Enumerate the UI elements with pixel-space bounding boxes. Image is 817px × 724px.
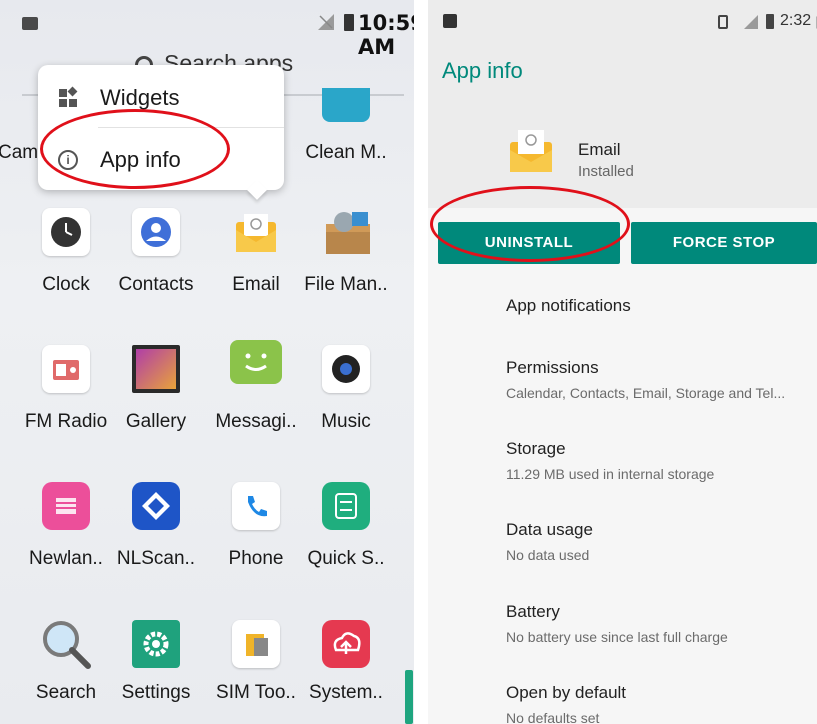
- menu-item-label: Widgets: [100, 85, 180, 110]
- setting-subtitle: Calendar, Contacts, Email, Storage and T…: [506, 385, 786, 401]
- setting-title: Permissions: [506, 358, 599, 377]
- app-settings[interactable]: Settings: [108, 620, 204, 724]
- app-info-header: 2:32 pm App info Email Installed: [428, 0, 817, 208]
- lock-icon: [443, 14, 457, 28]
- newland-icon: [42, 482, 90, 530]
- app-name: Email: [578, 140, 621, 159]
- app-music[interactable]: Music: [298, 345, 394, 465]
- status-time: 2:32 pm: [780, 12, 817, 29]
- app-search[interactable]: Search: [18, 616, 114, 724]
- highlight-app-info-circle: [40, 109, 230, 189]
- app-clean-master[interactable]: Clean M..: [298, 88, 394, 208]
- setting-battery[interactable]: Battery No battery use since last full c…: [506, 602, 811, 645]
- no-signal-icon: [318, 14, 334, 30]
- setting-subtitle: 11.29 MB used in internal storage: [506, 466, 715, 482]
- app-label: Clean M..: [305, 142, 387, 163]
- app-contacts[interactable]: Contacts: [108, 208, 204, 328]
- setting-title: Open by default: [506, 683, 627, 702]
- app-nlscan[interactable]: NLScan..: [108, 482, 204, 602]
- setting-subtitle: No defaults set: [506, 710, 600, 724]
- app-system-update[interactable]: System..: [298, 620, 394, 724]
- app-label: File Man..: [304, 274, 388, 295]
- clean-master-icon: [322, 88, 370, 122]
- setting-title: Data usage: [506, 520, 593, 539]
- battery-icon: [344, 14, 354, 31]
- music-icon: [322, 345, 370, 393]
- quick-settings-icon: [322, 482, 370, 530]
- page-title: App info: [442, 58, 523, 83]
- app-label: Gallery: [125, 411, 187, 432]
- setting-subtitle: No data used: [506, 547, 590, 563]
- app-gallery[interactable]: Gallery: [108, 345, 204, 465]
- setting-data-usage[interactable]: Data usage No data used: [506, 520, 811, 563]
- drawer-scrollbar[interactable]: [405, 670, 413, 724]
- app-messaging[interactable]: Messagi..: [208, 340, 304, 460]
- setting-storage[interactable]: Storage 11.29 MB used in internal storag…: [506, 439, 811, 482]
- setting-title: Battery: [506, 602, 560, 621]
- app-sim-toolkit[interactable]: SIM Too..: [208, 620, 304, 724]
- left-status-bar: 10:59 AM: [0, 0, 414, 59]
- app-label: NLScan..: [116, 548, 196, 569]
- app-label: Settings: [121, 682, 191, 703]
- app-clock[interactable]: Clock: [18, 208, 114, 328]
- left-screen-app-drawer: 10:59 AM Search apps Widgets i App info …: [0, 0, 414, 724]
- messaging-icon: [230, 340, 282, 384]
- email-icon: [506, 126, 556, 174]
- app-phone[interactable]: Phone: [208, 482, 304, 602]
- force-stop-button[interactable]: FORCE STOP: [631, 222, 817, 264]
- no-signal-icon: [744, 15, 758, 29]
- phone-icon: [232, 482, 280, 530]
- email-icon: [232, 208, 280, 256]
- system-update-icon: [322, 620, 370, 668]
- right-screen-app-info: 2:32 pm App info Email Installed UNINSTA…: [428, 0, 817, 724]
- setting-subtitle: No battery use since last full charge: [506, 629, 728, 645]
- app-file-manager[interactable]: File Man..: [298, 208, 394, 328]
- app-label: Music: [321, 411, 371, 432]
- vibrate-icon: [718, 15, 728, 29]
- widgets-icon: [58, 86, 78, 108]
- settings-icon: [132, 620, 180, 668]
- app-quick-settings[interactable]: Quick S..: [298, 482, 394, 602]
- gallery-icon: [132, 345, 180, 393]
- image-notification-icon: [22, 17, 38, 30]
- setting-app-notifications[interactable]: App notifications: [506, 296, 811, 316]
- battery-icon: [766, 14, 774, 29]
- app-fm-radio[interactable]: FM Radio: [18, 345, 114, 465]
- highlight-uninstall-circle: [430, 186, 630, 262]
- contacts-icon: [132, 208, 180, 256]
- setting-permissions[interactable]: Permissions Calendar, Contacts, Email, S…: [506, 358, 811, 401]
- setting-title: App notifications: [506, 296, 631, 315]
- sim-toolkit-icon: [232, 620, 280, 668]
- nlscan-icon: [132, 482, 180, 530]
- app-newland[interactable]: Newlan..: [18, 482, 114, 602]
- file-manager-icon: [322, 208, 370, 256]
- app-email[interactable]: Email: [208, 208, 304, 328]
- app-label: Contacts: [118, 274, 194, 295]
- setting-title: Storage: [506, 439, 566, 458]
- search-icon: [38, 616, 94, 672]
- setting-open-by-default[interactable]: Open by default No defaults set: [506, 683, 811, 724]
- app-label: Quick S..: [307, 548, 385, 569]
- app-label: System..: [309, 682, 383, 703]
- fm-radio-icon: [42, 345, 90, 393]
- app-install-status: Installed: [578, 163, 634, 180]
- clock-icon: [42, 208, 90, 256]
